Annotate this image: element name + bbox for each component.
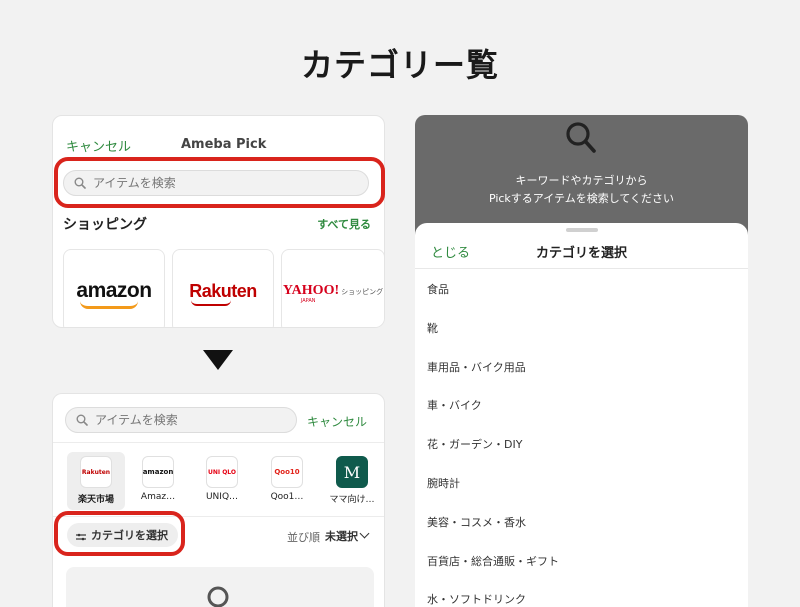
search-icon: [76, 414, 88, 426]
mama-store-icon: M: [336, 456, 368, 488]
store-tab-qoo10[interactable]: Qoo10 Qoo1…: [258, 452, 316, 510]
amazon-store-icon: amazon: [142, 456, 174, 488]
category-item[interactable]: 食品: [427, 281, 449, 297]
divider: [415, 268, 748, 269]
store-label: 楽天市場: [77, 495, 114, 505]
category-item[interactable]: 靴: [427, 320, 438, 336]
category-item[interactable]: 車用品・バイク用品: [427, 359, 526, 375]
shop-card-rakuten[interactable]: Rakuten: [172, 249, 274, 327]
divider: [53, 442, 384, 443]
shopping-heading: ショッピング: [63, 217, 147, 233]
category-item[interactable]: 美容・コスメ・香水: [427, 514, 526, 530]
search-screen-panel: キャンセル Ameba Pick ショッピング すべて見る amazon Rak…: [52, 115, 385, 328]
shop-card-amazon[interactable]: amazon: [63, 249, 165, 327]
search-bar[interactable]: [65, 407, 297, 433]
rakuten-logo: Rakuten: [189, 281, 257, 306]
category-item[interactable]: 花・ガーデン・DIY: [427, 436, 522, 452]
sheet-drag-handle[interactable]: [566, 228, 598, 232]
store-label: ママ向け…: [329, 495, 375, 505]
store-tab-uniqlo[interactable]: UNI QLO UNIQ…: [193, 452, 251, 510]
uniqlo-store-icon: UNI QLO: [206, 456, 238, 488]
empty-state-line2: Pickするアイテムを検索してください: [488, 192, 675, 205]
yahoo-shopping-logo: YAHOO! ショッピング JAPAN: [282, 283, 384, 304]
empty-state-line1: キーワードやカテゴリから: [515, 174, 648, 187]
sort-label: 並び順: [287, 531, 320, 544]
search-icon: [207, 586, 229, 607]
chevron-down-icon[interactable]: [359, 528, 370, 539]
down-arrow-icon: [203, 350, 233, 370]
search-icon: [566, 122, 596, 153]
sheet-title: カテゴリを選択: [535, 246, 627, 261]
store-label: Amaz…: [140, 492, 176, 502]
bottom-sheet: とじる カテゴリを選択 食品 靴 車用品・バイク用品 車・バイク 花・ガーデン・…: [415, 223, 748, 607]
category-item[interactable]: 腕時計: [427, 475, 460, 491]
search-input[interactable]: [95, 413, 295, 427]
see-all-link[interactable]: すべて見る: [317, 216, 371, 232]
category-sheet-panel: キーワードやカテゴリから Pickするアイテムを検索してください とじる カテゴ…: [415, 115, 748, 607]
store-tab-rakuten[interactable]: Rakuten 楽天市場: [67, 452, 125, 510]
rakuten-store-icon: Rakuten: [80, 456, 112, 488]
results-screen-panel: キャンセル Rakuten 楽天市場 amazon Amaz… UNI QLO …: [52, 393, 385, 607]
category-item[interactable]: 百貨店・総合通販・ギフト: [427, 553, 559, 569]
shop-card-yahoo[interactable]: YAHOO! ショッピング JAPAN: [281, 249, 384, 327]
divider: [53, 516, 384, 517]
filter-icon: [76, 531, 86, 541]
cancel-link[interactable]: キャンセル: [66, 136, 131, 155]
category-item[interactable]: 車・バイク: [427, 397, 482, 413]
select-category-button[interactable]: カテゴリを選択: [67, 523, 178, 547]
page-title: カテゴリー覧: [300, 46, 499, 84]
search-bar[interactable]: [63, 170, 369, 196]
store-label: UNIQ…: [205, 492, 239, 502]
category-item[interactable]: 水・ソフトドリンク: [427, 591, 526, 607]
app-title: Ameba Pick: [181, 137, 267, 152]
store-tab-amazon[interactable]: amazon Amaz…: [129, 452, 187, 510]
store-label: Qoo1…: [270, 492, 304, 502]
loading-card: [66, 567, 374, 607]
store-tab-mama[interactable]: M ママ向け…: [323, 452, 381, 510]
search-icon: [74, 177, 86, 189]
select-category-label: カテゴリを選択: [91, 529, 168, 542]
sort-dropdown[interactable]: 未選択: [325, 528, 358, 544]
amazon-logo: amazon: [76, 279, 152, 309]
search-input[interactable]: [93, 176, 293, 190]
cancel-link[interactable]: キャンセル: [307, 413, 367, 430]
qoo10-store-icon: Qoo10: [271, 456, 303, 488]
